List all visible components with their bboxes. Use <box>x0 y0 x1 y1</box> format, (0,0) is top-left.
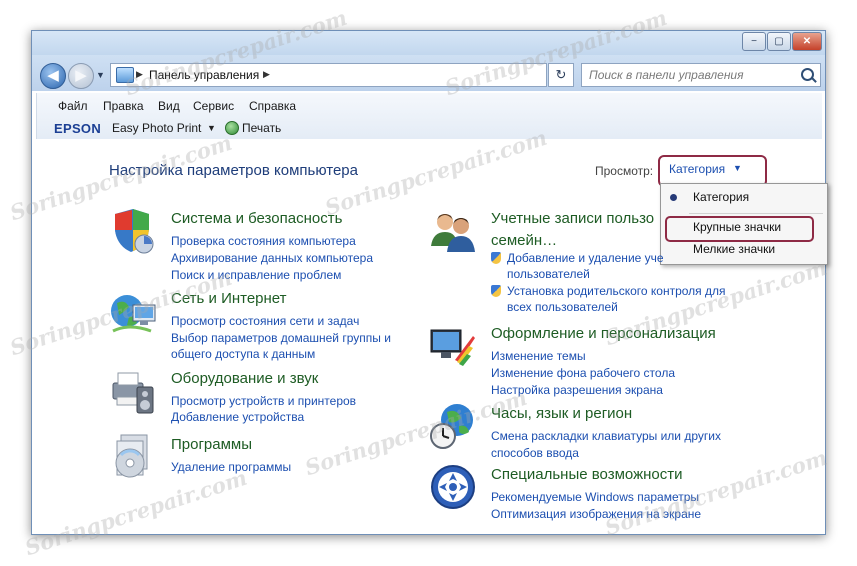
search-placeholder: Поиск в панели управления <box>589 68 744 82</box>
category-system-security[interactable]: Система и безопасность <box>171 210 342 227</box>
view-by-value: Категория <box>669 162 726 176</box>
breadcrumb-control-panel[interactable]: Панель управления <box>149 68 259 82</box>
category-network-internet[interactable]: Сеть и Интернет <box>171 290 287 307</box>
view-label: Просмотр: <box>595 164 654 178</box>
link-backup[interactable]: Архивирование данных компьютера <box>171 251 373 265</box>
back-button[interactable]: ◀ <box>40 63 66 89</box>
programs-disc-icon[interactable] <box>109 433 157 481</box>
category-ease-of-access[interactable]: Специальные возможности <box>491 466 683 483</box>
back-arrow-icon: ◀ <box>47 67 59 84</box>
maximize-button[interactable]: ▢ <box>767 32 791 51</box>
main-content: Настройка параметров компьютера Просмотр… <box>36 139 828 530</box>
link-network-status[interactable]: Просмотр состояния сети и задач <box>171 314 359 328</box>
title-bar: − ▢ ✕ <box>32 31 825 55</box>
category-programs[interactable]: Программы <box>171 436 252 453</box>
uac-shield-icon <box>491 285 501 297</box>
network-globe-icon[interactable] <box>109 287 157 335</box>
menu-tools[interactable]: Сервис <box>193 99 234 113</box>
forward-button[interactable]: ▶ <box>68 63 94 89</box>
link-add-device[interactable]: Добавление устройства <box>171 410 304 424</box>
link-input-methods[interactable]: способов ввода <box>491 446 579 460</box>
breadcrumb-arrow-icon[interactable]: ▶ <box>136 69 143 80</box>
category-appearance[interactable]: Оформление и персонализация <box>491 325 716 342</box>
print-button[interactable]: Печать <box>242 121 281 135</box>
category-hardware-sound[interactable]: Оборудование и звук <box>171 370 318 387</box>
control-panel-icon <box>116 67 134 83</box>
link-homegroup-sharing[interactable]: общего доступа к данным <box>171 347 315 361</box>
menu-edit[interactable]: Правка <box>103 99 144 113</box>
menu-help[interactable]: Справка <box>249 99 296 113</box>
accessibility-icon[interactable] <box>429 463 477 511</box>
category-clock-language-region[interactable]: Часы, язык и регион <box>491 405 632 422</box>
link-screen-resolution[interactable]: Настройка разрешения экрана <box>491 383 663 397</box>
search-input[interactable]: Поиск в панели управления <box>581 63 821 87</box>
chevron-down-icon: ▼ <box>733 163 742 173</box>
breadcrumb-arrow-icon[interactable]: ▶ <box>263 69 270 80</box>
link-homegroup[interactable]: Выбор параметров домашней группы и <box>171 331 391 345</box>
view-option-large-icons[interactable]: Крупные значки <box>693 220 781 234</box>
link-parental-controls-line2[interactable]: всех пользователей <box>507 300 618 314</box>
link-change-background[interactable]: Изменение фона рабочего стола <box>491 366 675 380</box>
link-uninstall-program[interactable]: Удаление программы <box>171 460 291 474</box>
shield-icon[interactable] <box>109 206 157 254</box>
print-icon <box>225 121 239 135</box>
link-devices-printers[interactable]: Просмотр устройств и принтеров <box>171 394 356 408</box>
selected-radio-icon <box>670 194 677 201</box>
menu-view[interactable]: Вид <box>158 99 180 113</box>
link-change-theme[interactable]: Изменение темы <box>491 349 586 363</box>
menu-bar: Файл Правка Вид Сервис Справка EPSON Eas… <box>36 93 822 139</box>
easy-photo-print-button[interactable]: Easy Photo Print <box>112 121 201 135</box>
menu-separator <box>689 213 823 214</box>
link-optimize-display[interactable]: Оптимизация изображения на экране <box>491 507 701 521</box>
address-bar[interactable]: ▶ Панель управления ▶ ▼ <box>110 63 616 87</box>
link-check-status[interactable]: Проверка состояния компьютера <box>171 234 356 248</box>
category-user-accounts-line2[interactable]: семейн… <box>491 232 557 249</box>
refresh-icon: ↻ <box>555 67 567 82</box>
clock-globe-icon[interactable] <box>429 402 477 450</box>
menu-file[interactable]: Файл <box>58 99 88 113</box>
uac-shield-icon <box>491 252 501 264</box>
link-troubleshoot[interactable]: Поиск и исправление проблем <box>171 268 341 282</box>
history-dropdown-icon[interactable]: ▼ <box>96 70 105 80</box>
printer-speaker-icon[interactable] <box>109 367 157 415</box>
page-title: Настройка параметров компьютера <box>109 162 358 179</box>
link-keyboard-layout[interactable]: Смена раскладки клавиатуры или других <box>491 429 721 443</box>
search-icon[interactable] <box>801 68 814 81</box>
minimize-button[interactable]: − <box>742 32 766 51</box>
category-user-accounts[interactable]: Учетные записи пользо <box>491 210 654 227</box>
view-option-category[interactable]: Категория <box>693 190 749 204</box>
link-add-remove-users-line2[interactable]: пользователей <box>507 267 590 281</box>
link-parental-controls[interactable]: Установка родительского контроля для <box>507 284 726 298</box>
forward-arrow-icon: ▶ <box>75 67 87 84</box>
chevron-down-icon[interactable]: ▼ <box>207 123 216 133</box>
refresh-button[interactable]: ↻ <box>548 63 574 87</box>
appearance-monitor-icon[interactable] <box>429 322 477 370</box>
link-recommended-settings[interactable]: Рекомендуемые Windows параметры <box>491 490 699 504</box>
link-add-remove-users[interactable]: Добавление и удаление уче <box>507 251 664 265</box>
close-button[interactable]: ✕ <box>792 32 822 51</box>
view-by-dropdown: Категория Крупные значки Мелкие значки <box>660 183 828 265</box>
epson-logo: EPSON <box>54 121 102 136</box>
view-option-small-icons[interactable]: Мелкие значки <box>693 242 775 256</box>
navigation-bar: ◀ ▶ ▼ ▶ Панель управления ▶ ▼ ↻ Поиск в … <box>32 55 825 91</box>
users-icon[interactable] <box>429 206 477 254</box>
control-panel-window: − ▢ ✕ ◀ ▶ ▼ ▶ Панель управления ▶ ▼ ↻ По… <box>31 30 828 535</box>
